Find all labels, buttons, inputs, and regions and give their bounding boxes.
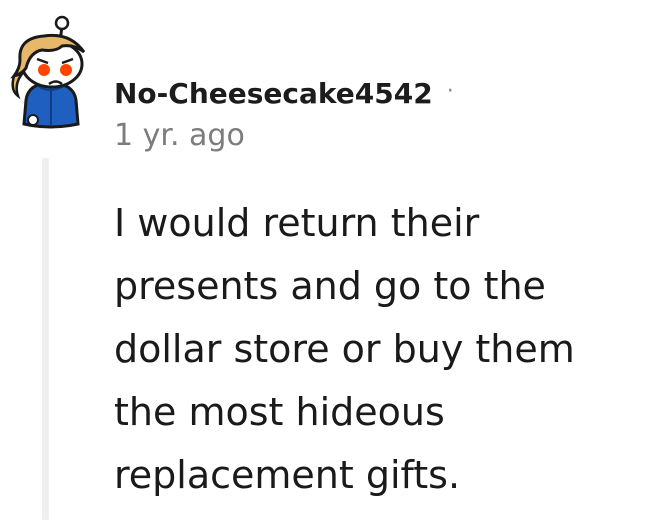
user-avatar[interactable] bbox=[0, 12, 100, 130]
comment-body-line: I would return their bbox=[114, 201, 480, 245]
comment: No-Cheesecake4542 · 1 yr. ago I would re… bbox=[0, 0, 672, 520]
comment-timestamp[interactable]: 1 yr. ago bbox=[114, 118, 245, 153]
snoo-avatar-icon bbox=[10, 15, 86, 129]
comment-body: I would return their presents and go to … bbox=[114, 192, 634, 507]
comment-body-line: the most hideous bbox=[114, 390, 445, 434]
comment-body-line: dollar store or buy them bbox=[114, 327, 575, 371]
comment-body-line: replacement gifts. bbox=[114, 453, 461, 497]
comment-body-line: presents and go to the bbox=[114, 264, 546, 308]
author-username[interactable]: No-Cheesecake4542 bbox=[114, 77, 433, 110]
thread-collapse-line[interactable] bbox=[42, 158, 49, 520]
comment-meta: No-Cheesecake4542 · bbox=[114, 70, 454, 116]
meta-separator: · bbox=[446, 78, 454, 104]
